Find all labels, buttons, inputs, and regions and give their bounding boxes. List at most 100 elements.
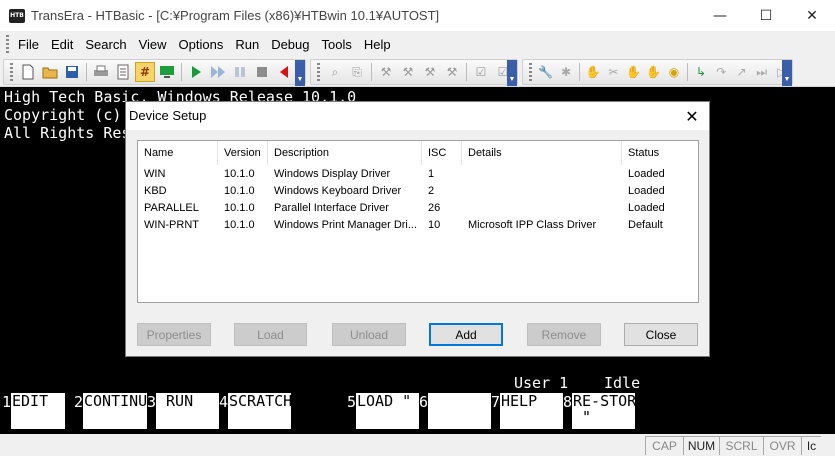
load-button[interactable]: Load bbox=[234, 323, 307, 346]
status-caps: CAP bbox=[645, 436, 683, 455]
arrow-2-icon[interactable]: ↷ bbox=[712, 62, 730, 82]
maximize-button[interactable]: ☐ bbox=[743, 0, 789, 31]
check-1-icon[interactable]: ☑ bbox=[471, 62, 491, 82]
device-version-cell: 10.1.0 bbox=[224, 202, 255, 214]
device-name-cell[interactable]: PARALLEL bbox=[138, 200, 218, 217]
device-list[interactable]: Name Version Description ISC Details Sta… bbox=[137, 140, 699, 303]
menu-tools[interactable]: Tools bbox=[317, 37, 359, 52]
menu-run[interactable]: Run bbox=[230, 37, 266, 52]
menu-bar: File Edit Search View Options Run Debug … bbox=[0, 31, 835, 57]
menu-edit[interactable]: Edit bbox=[46, 37, 80, 52]
menu-view[interactable]: View bbox=[134, 37, 174, 52]
status-num: NUM bbox=[683, 436, 719, 455]
grid-icon[interactable]: # bbox=[135, 62, 155, 82]
close-window-button[interactable]: ✕ bbox=[789, 0, 835, 31]
softkey-number: 2 bbox=[74, 393, 84, 411]
softkey-label: CONTINUE bbox=[83, 393, 147, 429]
toolbar-overflow-chevron[interactable]: ▼ bbox=[782, 60, 792, 86]
run-icon[interactable] bbox=[186, 62, 206, 82]
toolbar-group-file: # ▼ bbox=[3, 59, 306, 86]
device-details-cell: Microsoft IPP Class Driver bbox=[468, 219, 597, 231]
arrow-4-icon[interactable]: ⏭ bbox=[753, 62, 771, 82]
device-status-cell: Loaded bbox=[628, 202, 665, 214]
menubar-grip[interactable] bbox=[6, 35, 9, 53]
device-name-cell[interactable]: KBD bbox=[138, 183, 218, 200]
open-icon[interactable] bbox=[40, 62, 60, 82]
bug-icon[interactable]: ✱ bbox=[557, 62, 575, 82]
globe-icon[interactable]: ◉ bbox=[665, 62, 683, 82]
dialog-titlebar[interactable]: Device Setup ✕ bbox=[126, 102, 709, 130]
device-name-cell[interactable]: WIN bbox=[138, 166, 218, 183]
status-overwrite: OVR bbox=[763, 436, 801, 455]
dialog-close-icon[interactable]: ✕ bbox=[681, 105, 703, 127]
close-button[interactable]: Close bbox=[624, 323, 698, 346]
add-button[interactable]: Add bbox=[429, 323, 503, 346]
menu-search[interactable]: Search bbox=[80, 37, 133, 52]
column-header-version[interactable]: Version bbox=[218, 141, 268, 165]
column-header-isc[interactable]: ISC bbox=[422, 141, 462, 165]
softkey-label: EDIT bbox=[11, 393, 65, 429]
device-name-cell[interactable]: WIN-PRNT bbox=[138, 217, 218, 234]
device-description-cell: Windows Keyboard Driver bbox=[274, 185, 402, 197]
continue-icon[interactable] bbox=[208, 62, 228, 82]
menu-help[interactable]: Help bbox=[359, 37, 398, 52]
toolbar-group-debug: 🔧 ✱ ✋ ✂ ✋ ✋ ◉ ↳ ↷ ↗ ⏭ ▷ ▼ bbox=[522, 59, 793, 86]
status-ic: Ic bbox=[801, 436, 821, 455]
menu-file[interactable]: File bbox=[13, 37, 46, 52]
device-isc-cell: 2 bbox=[428, 185, 435, 197]
device-version-cell: 10.1.0 bbox=[224, 185, 255, 197]
softkey-label: HELP bbox=[500, 393, 563, 429]
device-description-cell: Windows Display Driver bbox=[274, 168, 391, 180]
device-details-cell bbox=[462, 200, 622, 217]
column-header-description[interactable]: Description bbox=[268, 141, 422, 165]
toolbar-group-edit: ⌕ ⎘ ⚒ ⚒ ⚒ ⚒ ☑ ☑ ▼ bbox=[310, 59, 518, 86]
device-setup-dialog: Device Setup ✕ Name Version Description … bbox=[125, 101, 710, 357]
softkey-label: RE-STORE " bbox=[572, 393, 635, 429]
new-icon[interactable] bbox=[18, 62, 38, 82]
device-isc-cell: 10 bbox=[428, 219, 441, 231]
save-icon[interactable] bbox=[62, 62, 82, 82]
toolbar-overflow-chevron[interactable]: ▼ bbox=[507, 60, 517, 86]
pause-icon[interactable] bbox=[230, 62, 250, 82]
column-header-name[interactable]: Name bbox=[138, 141, 218, 165]
remove-button[interactable]: Remove bbox=[527, 323, 601, 346]
softkey-number: 6 bbox=[419, 393, 429, 411]
print-icon[interactable] bbox=[91, 62, 111, 82]
hand-icon[interactable]: ✋ bbox=[584, 62, 602, 82]
softkey-label bbox=[428, 393, 491, 429]
device-status-cell: Loaded bbox=[628, 168, 665, 180]
softkey-label: LOAD " bbox=[356, 393, 419, 429]
tool-5-icon[interactable]: ✂ bbox=[604, 62, 622, 82]
arrow-1-icon[interactable]: ↳ bbox=[692, 62, 710, 82]
tool-3-icon[interactable]: ⚒ bbox=[420, 62, 440, 82]
column-header-status[interactable]: Status bbox=[622, 141, 698, 165]
window-titlebar: HTB TransEra - HTBasic - [C:¥Program Fil… bbox=[0, 0, 835, 31]
step-back-icon[interactable] bbox=[274, 62, 294, 82]
device-isc-cell: 26 bbox=[428, 202, 441, 214]
tool-2-icon[interactable]: ⚒ bbox=[398, 62, 418, 82]
hand-2-icon[interactable]: ✋ bbox=[624, 62, 642, 82]
unload-button[interactable]: Unload bbox=[332, 323, 406, 346]
properties-button[interactable]: Properties bbox=[137, 323, 211, 346]
toolbar-grip[interactable] bbox=[317, 63, 320, 81]
menu-debug[interactable]: Debug bbox=[266, 37, 316, 52]
hand-3-icon[interactable]: ✋ bbox=[645, 62, 663, 82]
tool-1-icon[interactable]: ⚒ bbox=[376, 62, 396, 82]
dialog-title: Device Setup bbox=[129, 108, 207, 123]
monitor-icon[interactable] bbox=[157, 62, 177, 82]
menu-options[interactable]: Options bbox=[174, 37, 231, 52]
find-icon[interactable]: ⌕ bbox=[325, 62, 345, 82]
device-details-cell bbox=[462, 183, 622, 200]
minimize-button[interactable]: — bbox=[697, 0, 743, 31]
toolbar-grip[interactable] bbox=[10, 63, 13, 81]
tool-4-icon[interactable]: ⚒ bbox=[442, 62, 462, 82]
softkey-number: 3 bbox=[147, 393, 157, 411]
arrow-3-icon[interactable]: ↗ bbox=[732, 62, 750, 82]
toolbar-grip[interactable] bbox=[529, 63, 532, 81]
stop-icon[interactable] bbox=[252, 62, 272, 82]
edit-icon[interactable] bbox=[113, 62, 133, 82]
replace-icon[interactable]: ⎘ bbox=[347, 62, 367, 82]
toolbar-overflow-chevron[interactable]: ▼ bbox=[295, 60, 305, 86]
column-header-details[interactable]: Details bbox=[462, 141, 622, 165]
wrench-icon[interactable]: 🔧 bbox=[537, 62, 555, 82]
